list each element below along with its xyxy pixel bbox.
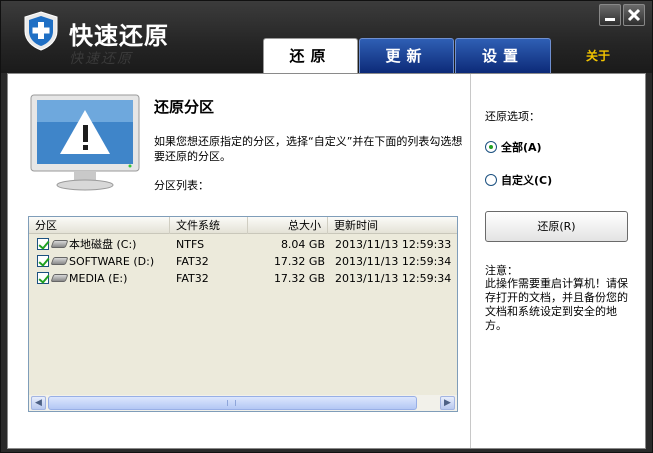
table-row[interactable]: 本地磁盘 (C:) NTFS 8.04 GB 2013/11/13 12:59:… [29, 237, 457, 253]
partition-name: SOFTWARE (D:) [69, 255, 155, 268]
radio-custom[interactable]: 自定义(C) [485, 173, 635, 191]
column-header-filesystem[interactable]: 文件系统 [170, 217, 248, 234]
radio-custom-label: 自定义(C) [501, 174, 553, 187]
tab-settings[interactable]: 设置 [455, 38, 551, 73]
column-header-time[interactable]: 更新时间 [328, 217, 457, 234]
minimize-button[interactable] [599, 4, 621, 26]
tab-restore[interactable]: 还原 [263, 38, 358, 73]
partition-list[interactable]: 分区 文件系统 总大小 更新时间 本地磁盘 (C:) NTFS 8.04 GB … [28, 216, 458, 412]
options-pane: 还原选项： 全部(A) 自定义(C) 还原(R) 注意： 此操作需要重启计算机！… [470, 74, 645, 448]
radio-selected-icon [485, 141, 497, 153]
radio-all[interactable]: 全部(A) [485, 140, 635, 158]
column-header-size[interactable]: 总大小 [248, 217, 328, 234]
table-row[interactable]: SOFTWARE (D:) FAT32 17.32 GB 2013/11/13 … [29, 254, 457, 270]
disk-icon [50, 274, 69, 282]
note-title: 注意： [485, 264, 518, 277]
app-title: 快速还原 [69, 22, 169, 50]
scroll-right-button[interactable]: ▶ [440, 396, 455, 410]
app-title-reflection: 快速还原 [69, 51, 133, 67]
app-window: 快速还原 快速还原 还原 更新 设置 关于 还原分区 如果您想还原指定的分区，选… [0, 0, 653, 453]
tab-update[interactable]: 更新 [359, 38, 454, 73]
title-bar: 快速还原 快速还原 还原 更新 设置 关于 [1, 1, 652, 73]
note-text: 此操作需要重启计算机！请保存打开的文档，并且备份您的文档和系统设定到安全的地方。 [485, 277, 628, 332]
restore-panel: 还原分区 如果您想还原指定的分区，选择“自定义”并在下面的列表勾选想要还原的分区… [7, 73, 646, 449]
time-cell: 2013/11/13 12:59:34 [335, 272, 452, 285]
radio-unselected-icon [485, 174, 497, 186]
partition-checkbox[interactable] [37, 272, 49, 284]
partition-list-label: 分区列表： [154, 179, 209, 192]
grip-icon [227, 400, 236, 406]
time-cell: 2013/11/13 12:59:34 [335, 255, 452, 268]
size-cell: 8.04 GB [280, 238, 325, 251]
filesystem-cell: FAT32 [176, 272, 209, 285]
partition-name: MEDIA (E:) [69, 272, 128, 285]
about-link[interactable]: 关于 [586, 47, 610, 64]
table-row[interactable]: MEDIA (E:) FAT32 17.32 GB 2013/11/13 12:… [29, 271, 457, 287]
radio-all-label: 全部(A) [501, 141, 542, 154]
scroll-left-button[interactable]: ◀ [31, 396, 46, 410]
partition-checkbox[interactable] [37, 238, 49, 250]
shield-logo-icon [24, 11, 58, 51]
time-cell: 2013/11/13 12:59:33 [335, 238, 452, 251]
partition-checkbox[interactable] [37, 255, 49, 267]
monitor-warning-icon [30, 94, 140, 191]
scroll-thumb[interactable] [48, 396, 417, 410]
partition-name: 本地磁盘 (C:) [69, 238, 137, 251]
size-cell: 17.32 GB [273, 255, 325, 268]
close-button[interactable] [623, 4, 645, 26]
filesystem-cell: FAT32 [176, 255, 209, 268]
horizontal-scrollbar[interactable]: ◀ ▶ [29, 395, 457, 411]
disk-icon [50, 257, 69, 265]
section-title: 还原分区 [154, 98, 215, 116]
column-header-partition[interactable]: 分区 [29, 217, 170, 234]
list-header: 分区 文件系统 总大小 更新时间 [29, 217, 457, 234]
disk-icon [50, 240, 69, 248]
close-icon [627, 8, 641, 22]
partition-pane: 还原分区 如果您想还原指定的分区，选择“自定义”并在下面的列表勾选想要还原的分区… [8, 74, 469, 448]
filesystem-cell: NTFS [176, 238, 205, 251]
size-cell: 17.32 GB [273, 272, 325, 285]
restore-button[interactable]: 还原(R) [485, 211, 628, 242]
description-text: 如果您想还原指定的分区，选择“自定义”并在下面的列表勾选想要还原的分区。 [154, 135, 463, 163]
restore-options-title: 还原选项： [485, 110, 540, 123]
